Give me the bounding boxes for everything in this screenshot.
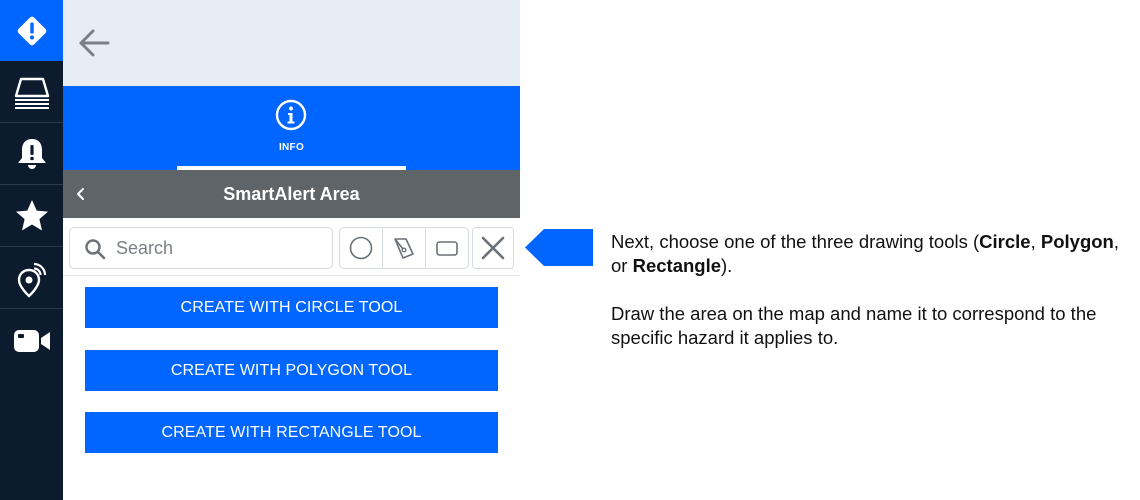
page-title: SmartAlert Area bbox=[223, 184, 360, 204]
search-box[interactable] bbox=[69, 227, 333, 269]
layers-icon bbox=[14, 77, 49, 109]
instruction-text-run: Next, choose one of the three drawing to… bbox=[611, 231, 980, 252]
circle-outline-icon bbox=[349, 236, 373, 260]
rail-item-layers[interactable] bbox=[0, 62, 63, 123]
panel-header: SmartAlert Area bbox=[63, 170, 520, 218]
create-circle-button[interactable]: CREATE WITH CIRCLE TOOL bbox=[85, 287, 498, 328]
info-circle-icon bbox=[275, 99, 307, 131]
instruction-text: Next, choose one of the three drawing to… bbox=[611, 230, 1131, 350]
create-rectangle-button[interactable]: CREATE WITH RECTANGLE TOOL bbox=[85, 412, 498, 453]
tab-info[interactable]: INFO bbox=[177, 86, 406, 170]
search-icon bbox=[85, 239, 106, 260]
rectangle-outline-icon bbox=[436, 241, 458, 256]
alert-diamond-icon bbox=[17, 16, 46, 45]
instruction-text-run: , bbox=[1030, 231, 1041, 252]
circle-label: Circle bbox=[979, 231, 1031, 252]
create-polygon-button[interactable]: CREATE WITH POLYGON TOOL bbox=[85, 350, 498, 391]
close-x-icon bbox=[481, 236, 505, 260]
rectangle-tool-button[interactable] bbox=[425, 227, 469, 269]
polygon-tool-button[interactable] bbox=[382, 227, 426, 269]
rail-item-video[interactable] bbox=[0, 310, 63, 371]
rail-item-location[interactable] bbox=[0, 248, 63, 309]
close-button[interactable] bbox=[472, 227, 514, 269]
panel-topbar bbox=[63, 0, 520, 86]
back-arrow-icon[interactable] bbox=[77, 26, 111, 60]
instruction-paragraph-1: Next, choose one of the three drawing to… bbox=[611, 230, 1131, 278]
divider bbox=[63, 275, 520, 276]
video-camera-icon bbox=[13, 329, 50, 352]
rail-item-favorites[interactable] bbox=[0, 186, 63, 247]
instruction-paragraph-2: Draw the area on the map and name it to … bbox=[611, 303, 1097, 348]
left-rail bbox=[0, 0, 63, 500]
rail-item-notifications[interactable] bbox=[0, 124, 63, 185]
star-icon bbox=[15, 200, 48, 231]
instruction-text-run: ). bbox=[721, 255, 733, 276]
side-panel: INFO SmartAlert Area Search CREATE WITH … bbox=[63, 0, 520, 500]
rectangle-label: Rectangle bbox=[632, 255, 722, 276]
callout-arrow-icon bbox=[525, 229, 593, 266]
search-input[interactable] bbox=[116, 234, 316, 262]
polygon-label: Polygon bbox=[1040, 231, 1114, 252]
polygon-pen-icon bbox=[394, 238, 414, 259]
location-broadcast-icon bbox=[17, 262, 46, 298]
bell-alert-icon bbox=[17, 139, 46, 169]
rail-item-alerts[interactable] bbox=[0, 0, 63, 61]
tab-bar: INFO bbox=[63, 86, 520, 170]
circle-tool-button[interactable] bbox=[339, 227, 383, 269]
tab-info-label: INFO bbox=[278, 142, 305, 153]
